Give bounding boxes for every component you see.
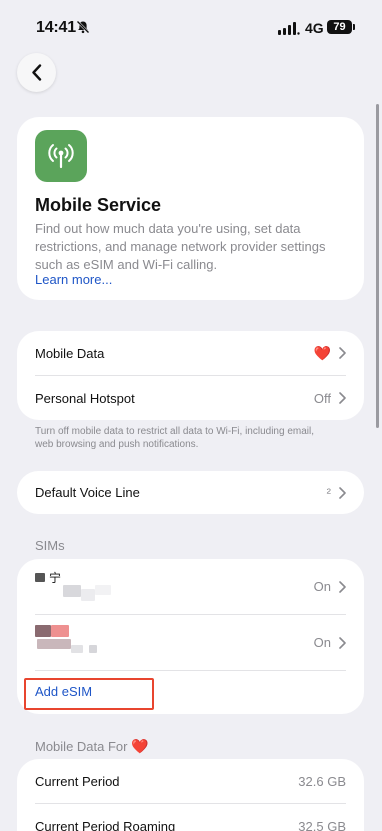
heart-icon: ❤️ — [131, 738, 149, 754]
personal-hotspot-row[interactable]: Personal Hotspot Off — [17, 376, 364, 420]
mobile-data-row[interactable]: Mobile Data ❤️ — [17, 331, 364, 375]
redacted-block — [81, 588, 95, 601]
redacted-block — [95, 584, 111, 595]
sim-1-status: On — [313, 579, 331, 594]
usage-group: Current Period 32.6 GB Current Period Ro… — [17, 759, 364, 831]
sims-group: 宁 On On Add eSIM — [17, 559, 364, 714]
default-voice-line-row[interactable]: Default Voice Line ² — [17, 471, 364, 514]
current-period-label: Current Period — [35, 773, 120, 789]
learn-more-link[interactable]: Learn more... — [35, 272, 112, 287]
heart-icon: ❤️ — [313, 344, 331, 361]
default-voice-line-value: ² — [326, 485, 331, 500]
chevron-right-icon — [339, 392, 346, 404]
network-type: 4G — [305, 20, 324, 36]
current-period-roaming-value: 32.5 GB — [298, 818, 346, 831]
redacted-block — [71, 645, 83, 653]
usage-section-title: Mobile Data For — [35, 739, 128, 754]
personal-hotspot-label: Personal Hotspot — [35, 390, 135, 406]
sim-row-1[interactable]: 宁 On — [17, 559, 364, 614]
chevron-right-icon — [339, 580, 346, 593]
sim-2-status: On — [313, 635, 331, 650]
battery-indicator: 79 — [327, 20, 355, 34]
page-description: Find out how much data you're using, set… — [35, 221, 326, 272]
current-period-row: Current Period 32.6 GB — [17, 759, 364, 803]
scroll-indicator[interactable] — [376, 104, 379, 428]
usage-section-header: Mobile Data For ❤️ — [35, 738, 149, 755]
current-period-value: 32.6 GB — [298, 773, 346, 789]
bell-slash-icon — [76, 20, 90, 34]
redacted-block — [51, 625, 69, 637]
signal-bars-icon — [278, 22, 300, 35]
voice-line-group: Default Voice Line ² — [17, 471, 364, 514]
chevron-left-icon — [32, 64, 42, 81]
mobile-service-card: Mobile Service Find out how much data yo… — [17, 117, 364, 300]
sim-row-2[interactable]: On — [17, 615, 364, 670]
personal-hotspot-value: Off — [313, 390, 331, 406]
redacted-block — [37, 639, 71, 649]
mobile-data-label: Mobile Data — [35, 345, 105, 361]
clock: 14:41 — [36, 19, 76, 36]
chevron-right-icon — [339, 347, 346, 359]
sims-section-header: SIMs — [35, 538, 65, 553]
status-bar: 14:41 4G 79 — [0, 0, 382, 56]
sim-card-icon — [35, 572, 45, 582]
divider — [35, 670, 346, 671]
mobile-data-group: Mobile Data ❤️ Personal Hotspot Off — [17, 331, 364, 420]
antenna-icon — [35, 130, 87, 182]
page-title: Mobile Service — [35, 195, 162, 215]
redacted-block — [35, 625, 51, 637]
add-esim-button[interactable]: Add eSIM — [35, 684, 92, 699]
current-period-roaming-row: Current Period Roaming 32.5 GB — [17, 804, 364, 831]
current-period-roaming-label: Current Period Roaming — [35, 818, 176, 831]
redacted-block — [63, 584, 81, 597]
back-button[interactable] — [17, 53, 56, 92]
chevron-right-icon — [339, 486, 346, 499]
mobile-data-footnote: Turn off mobile data to restrict all dat… — [35, 426, 315, 450]
redacted-block — [89, 645, 97, 653]
chevron-right-icon — [339, 636, 346, 649]
default-voice-line-label: Default Voice Line — [35, 485, 140, 500]
